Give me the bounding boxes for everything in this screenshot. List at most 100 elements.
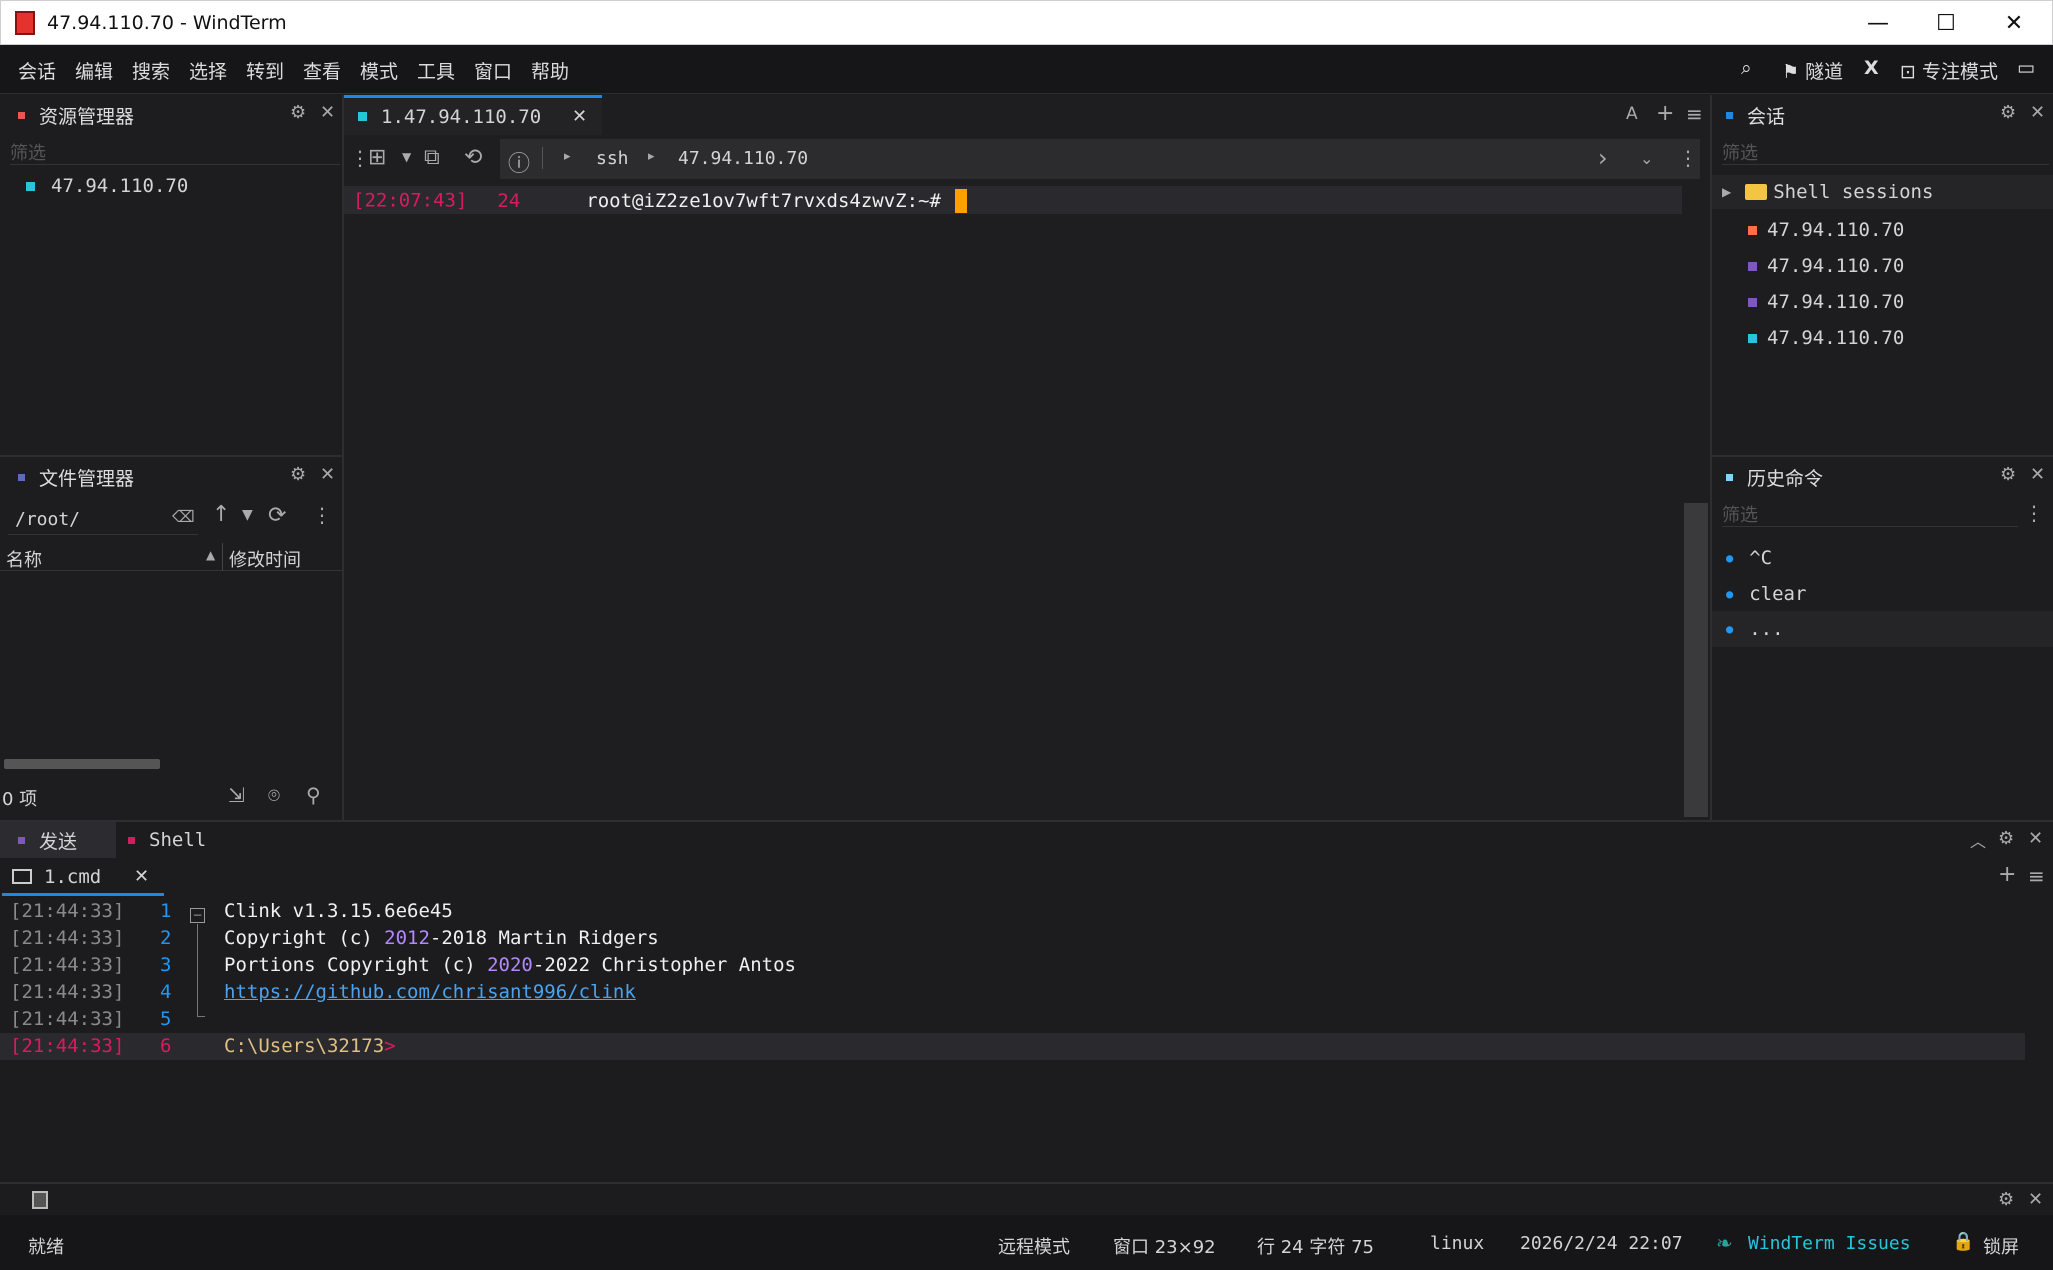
session-item[interactable]: 47.94.110.70 xyxy=(1748,291,1904,313)
history-title: 历史命令 xyxy=(1747,467,1824,490)
close-icon[interactable]: ✕ xyxy=(320,464,335,485)
line-number: 5 xyxy=(160,1008,172,1030)
tab-shell[interactable]: Shell xyxy=(116,822,226,858)
gear-icon[interactable]: ⚙ xyxy=(2000,102,2016,123)
layout-icon[interactable]: ▭ xyxy=(2017,57,2035,79)
terminal-scrollbar[interactable] xyxy=(1684,503,1708,817)
status-window-size[interactable]: 窗口 23×92 xyxy=(1113,1233,1216,1259)
chevron-down-icon[interactable]: ⌄ xyxy=(1640,149,1653,168)
sessions-panel: 会话 ⚙ ✕ 筛选 ▶ Shell sessions 47.94.110.70 … xyxy=(1712,95,2053,455)
breadcrumb-host[interactable]: 47.94.110.70 xyxy=(678,148,808,169)
terminal-tab[interactable]: 1.47.94.110.70 ✕ xyxy=(344,95,602,135)
sessions-filter-input[interactable]: 筛选 xyxy=(1722,139,2049,165)
drag-handle-icon[interactable]: ⋮ xyxy=(350,146,370,170)
tab-send[interactable]: 发送 xyxy=(0,822,116,858)
collapse-up-icon[interactable]: ︿ xyxy=(1970,828,1986,852)
path-input[interactable]: /root/ xyxy=(8,503,198,535)
col-time[interactable]: 修改时间 xyxy=(229,546,301,572)
info-icon[interactable]: ⓘ xyxy=(508,146,530,178)
close-icon[interactable]: ✕ xyxy=(2030,464,2045,485)
history-item[interactable]: ●... xyxy=(1712,611,2053,647)
menu-edit[interactable]: 编辑 xyxy=(75,57,113,84)
gear-icon[interactable]: ⚙ xyxy=(2000,464,2016,485)
chevron-down-icon[interactable]: ▼ xyxy=(402,150,411,164)
gear-icon[interactable]: ⚙ xyxy=(290,102,306,123)
x-button[interactable]: X xyxy=(1864,57,1879,79)
status-os[interactable]: linux xyxy=(1430,1233,1484,1254)
menu-icon[interactable]: ≡ xyxy=(2028,864,2045,888)
close-icon[interactable]: ✕ xyxy=(320,102,335,123)
lock-screen-button[interactable]: 锁屏 xyxy=(1983,1233,2019,1259)
gear-icon[interactable]: ⚙ xyxy=(290,464,306,485)
maximize-button[interactable]: ☐ xyxy=(1912,1,1980,46)
menu-session[interactable]: 会话 xyxy=(18,57,56,84)
search-icon[interactable]: ⌕ xyxy=(1741,57,1752,79)
folder-row[interactable]: ▶ Shell sessions xyxy=(1712,175,2053,209)
menu-window[interactable]: 窗口 xyxy=(474,57,512,84)
location-pin-icon[interactable]: ⚲ xyxy=(306,783,321,807)
focus-icon: ⊡ xyxy=(1900,61,1922,83)
terminal-current-line[interactable]: [22:07:43] 24 root@iZ2ze1ov7wft7rvxds4zwvZ… xyxy=(344,186,1682,214)
more-icon[interactable]: ⋮ xyxy=(1678,146,1698,170)
subtab-cmd[interactable]: 1.cmd ✕ xyxy=(2,860,164,896)
address-bar[interactable]: ⓘ ▸ ssh ▸ 47.94.110.70 › ⌄ xyxy=(500,139,1700,179)
new-tab-icon[interactable]: + xyxy=(1998,862,2016,887)
tunnel-button[interactable]: ⚑ 隧道 xyxy=(1782,57,1843,84)
gear-icon[interactable]: ⚙ xyxy=(1998,828,2014,849)
col-name[interactable]: 名称 xyxy=(6,546,42,572)
more-icon[interactable]: ⋮ xyxy=(312,503,332,527)
reconnect-icon[interactable]: ⟲ xyxy=(464,145,482,170)
windterm-issues-link[interactable]: WindTerm Issues xyxy=(1748,1233,1911,1254)
disconnect-icon[interactable]: ⧉ xyxy=(424,145,440,170)
horizontal-scrollbar[interactable] xyxy=(4,759,160,769)
chevron-right-icon[interactable]: › xyxy=(1598,144,1608,172)
expand-triangle-icon[interactable]: ▶ xyxy=(1722,185,1731,199)
menu-help[interactable]: 帮助 xyxy=(531,57,569,84)
menu-icon[interactable]: ≡ xyxy=(1686,102,1703,126)
history-item[interactable]: ● ^C xyxy=(1726,547,1772,569)
up-arrow-icon[interactable]: ↑ xyxy=(212,502,230,527)
subtab-close-icon[interactable]: ✕ xyxy=(134,866,149,887)
session-item[interactable]: 47.94.110.70 xyxy=(1748,219,1904,241)
location-icon[interactable]: ⌾ xyxy=(268,783,280,807)
explorer-filter-input[interactable]: 筛选 xyxy=(10,139,340,165)
explorer-item[interactable]: 47.94.110.70 xyxy=(26,175,188,197)
tab-close-icon[interactable]: ✕ xyxy=(572,106,587,127)
status-cursor-pos[interactable]: 行 24 字符 75 xyxy=(1257,1233,1374,1259)
menu-search[interactable]: 搜索 xyxy=(132,57,170,84)
menu-goto[interactable]: 转到 xyxy=(246,57,284,84)
enter-folder-icon[interactable]: ⇲ xyxy=(228,783,245,807)
refresh-icon[interactable]: ⟳ xyxy=(268,503,286,528)
minimize-button[interactable]: — xyxy=(1844,1,1912,46)
font-icon[interactable]: A xyxy=(1626,104,1638,124)
sort-asc-icon[interactable]: ▲ xyxy=(206,548,215,562)
menu-tools[interactable]: 工具 xyxy=(417,57,455,84)
gear-icon[interactable]: ⚙ xyxy=(1998,1189,2014,1210)
menu-view[interactable]: 查看 xyxy=(303,57,341,84)
menu-select[interactable]: 选择 xyxy=(189,57,227,84)
close-icon[interactable]: ✕ xyxy=(2028,828,2043,849)
line-timestamp: [21:44:33] xyxy=(10,954,125,976)
cmd-output[interactable]: − [21:44:33] 1 Clink v1.3.15.6e6e45 [21:44:… xyxy=(0,898,2053,1108)
status-remote-mode[interactable]: 远程模式 xyxy=(998,1233,1070,1259)
line-timestamp: [21:44:33] xyxy=(10,1008,125,1030)
history-filter-input[interactable]: 筛选 xyxy=(1722,501,2018,527)
chevron-down-icon[interactable]: ▼ xyxy=(242,507,253,523)
clink-link[interactable]: https://github.com/chrisant996/clink xyxy=(224,981,636,1003)
focus-mode-button[interactable]: ⊡ 专注模式 xyxy=(1900,57,1998,84)
sessions-marker xyxy=(1726,111,1733,119)
session-item[interactable]: 47.94.110.70 xyxy=(1748,255,1904,277)
breadcrumb-protocol[interactable]: ssh xyxy=(596,148,629,169)
new-session-icon[interactable]: ⊞ xyxy=(368,145,386,170)
new-tab-icon[interactable]: + xyxy=(1656,101,1674,126)
close-icon[interactable]: ✕ xyxy=(2030,102,2045,123)
col-divider[interactable] xyxy=(222,543,223,571)
session-item[interactable]: 47.94.110.70 xyxy=(1748,327,1904,349)
more-icon[interactable]: ⋮ xyxy=(2024,501,2044,525)
history-item[interactable]: ● clear xyxy=(1726,583,1806,605)
menu-mode[interactable]: 模式 xyxy=(360,57,398,84)
close-icon[interactable]: ✕ xyxy=(2028,1189,2043,1210)
close-button[interactable]: ✕ xyxy=(1980,1,2048,46)
clear-input-icon[interactable]: ⌫ xyxy=(172,507,195,526)
page-icon[interactable] xyxy=(32,1191,48,1209)
